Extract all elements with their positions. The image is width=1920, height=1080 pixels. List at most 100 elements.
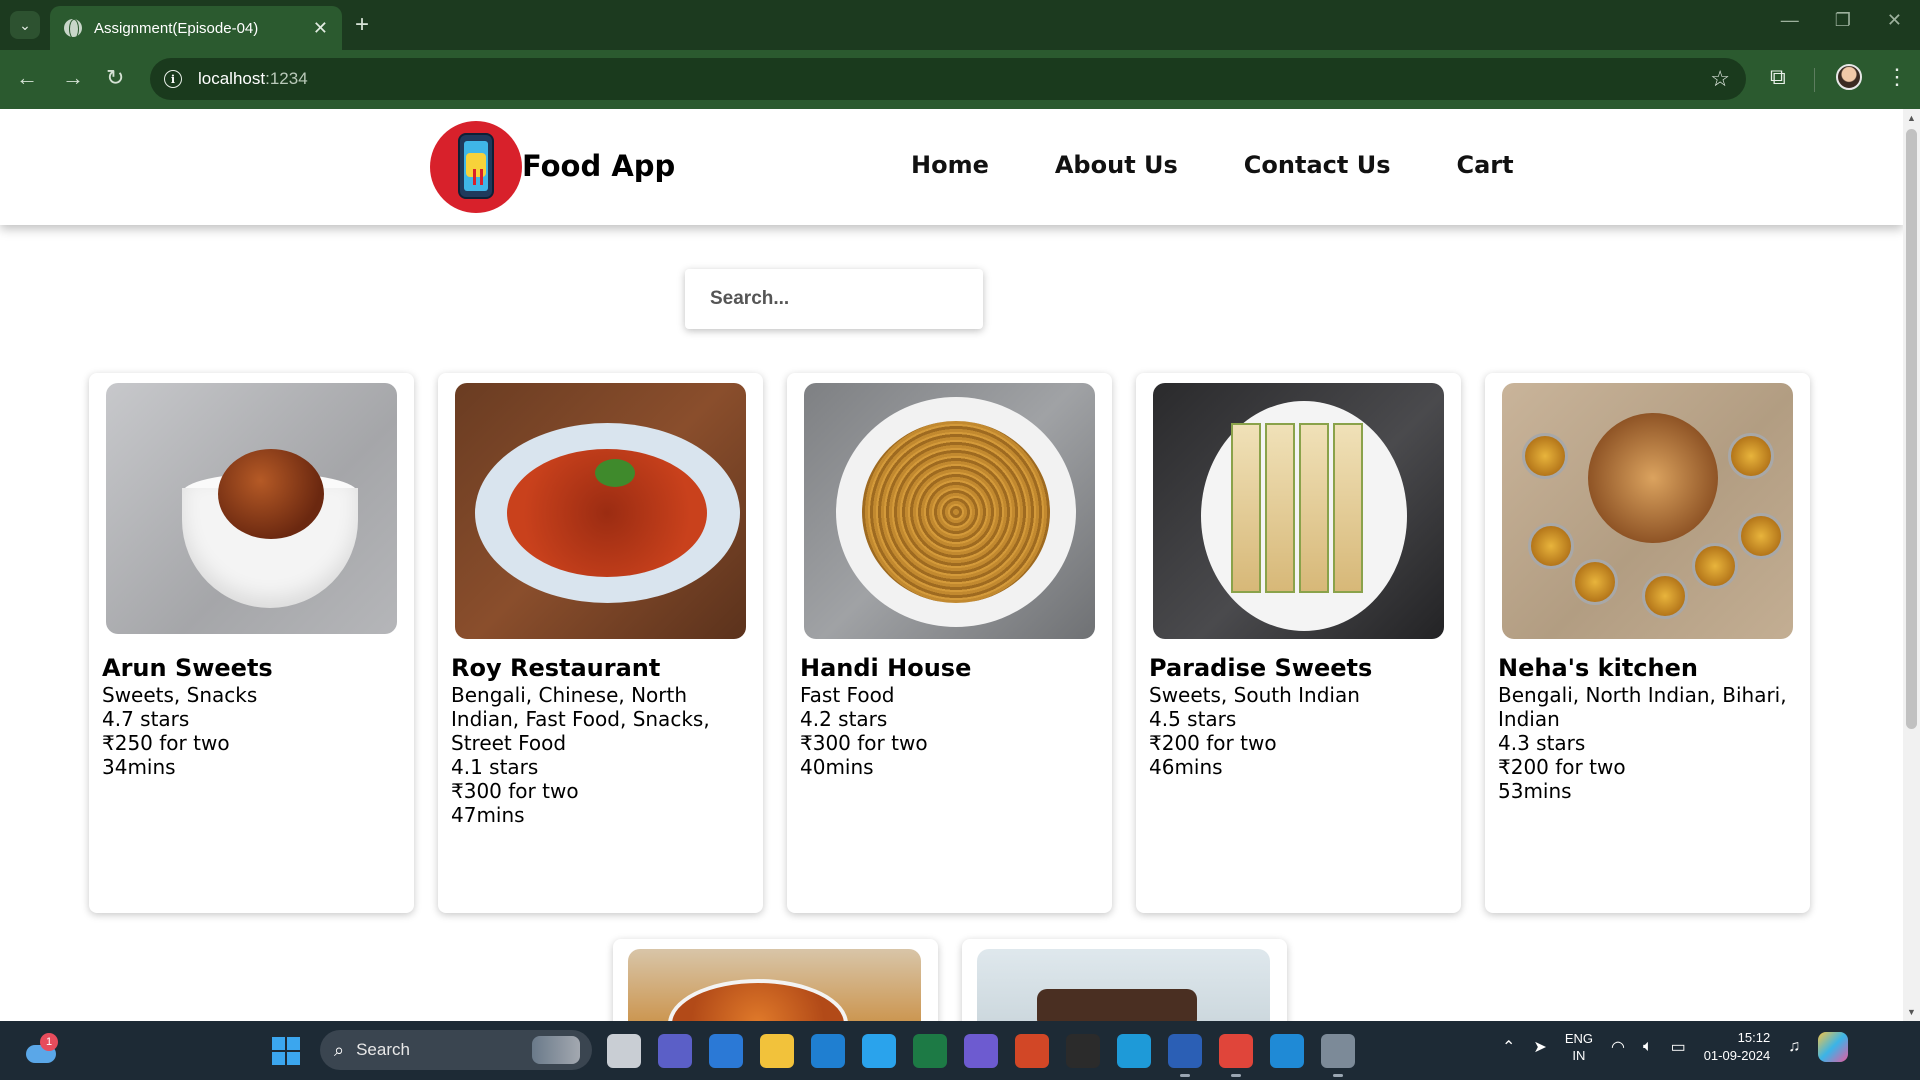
- taskbar-search-label: Search: [356, 1040, 410, 1059]
- volume-icon[interactable]: 🔈︎: [1643, 1038, 1653, 1056]
- restaurant-cost: ₹200 for two: [1149, 731, 1277, 755]
- restaurant-image: [1502, 383, 1793, 639]
- teams-icon[interactable]: [658, 1034, 692, 1068]
- nav-about-us[interactable]: About Us: [1055, 151, 1178, 179]
- terminal-icon[interactable]: [1066, 1034, 1100, 1068]
- restaurant-image: [106, 383, 397, 634]
- address-bar[interactable]: i localhost:1234 ☆: [150, 58, 1746, 100]
- excel-icon[interactable]: [913, 1034, 947, 1068]
- language-indicator[interactable]: ENG IN: [1565, 1030, 1593, 1064]
- clock-time: 15:12: [1737, 1030, 1771, 1045]
- vscode-icon[interactable]: [1270, 1034, 1304, 1068]
- scroll-up-icon[interactable]: ▲: [1907, 113, 1916, 123]
- nav-contact-us[interactable]: Contact Us: [1244, 151, 1391, 179]
- weather-widget[interactable]: 1: [26, 1033, 58, 1063]
- nav-home[interactable]: Home: [911, 151, 989, 179]
- store-icon[interactable]: [709, 1034, 743, 1068]
- extensions-icon[interactable]: ⧉: [1770, 64, 1786, 90]
- restaurant-cost: ₹200 for two: [1498, 755, 1626, 779]
- restaurant-image: [804, 383, 1095, 639]
- myhp-icon[interactable]: [811, 1034, 845, 1068]
- restaurant-image: [628, 949, 921, 1021]
- restaurant-name: Neha's kitchen: [1498, 654, 1698, 682]
- nav-cart[interactable]: Cart: [1456, 151, 1513, 179]
- url-host: localhost: [198, 69, 266, 88]
- new-tab-button[interactable]: +: [355, 11, 369, 39]
- restaurant-rating: 4.5 stars: [1149, 707, 1237, 731]
- restaurant-rating: 4.3 stars: [1498, 731, 1586, 755]
- scrollbar-thumb[interactable]: [1906, 129, 1917, 729]
- phone-logo-icon: [458, 133, 494, 199]
- restaurant-card[interactable]: Paradise Sweets Sweets, South Indian 4.5…: [1136, 373, 1461, 913]
- powerpoint-icon[interactable]: [1015, 1034, 1049, 1068]
- restaurant-rating: 4.1 stars: [451, 755, 539, 779]
- globe-icon: [64, 19, 82, 39]
- wifi-icon[interactable]: ◠: [1611, 1037, 1625, 1057]
- food-app-logo[interactable]: [430, 121, 522, 213]
- windows-start-icon[interactable]: [272, 1037, 300, 1065]
- browser-toolbar: ← → ↻ i localhost:1234 ☆ ⧉ ⋮: [0, 50, 1920, 109]
- notifications-bell-icon[interactable]: ♫: [1788, 1038, 1800, 1056]
- brand-name: Food App: [522, 149, 676, 183]
- restore-icon[interactable]: ❐: [1835, 10, 1851, 31]
- restaurant-image: [1153, 383, 1444, 639]
- restaurant-cost: ₹250 for two: [102, 731, 230, 755]
- restaurant-name: Arun Sweets: [102, 654, 273, 682]
- page-scrollbar[interactable]: ▲ ▼: [1903, 109, 1920, 1021]
- restaurant-delivery-time: 46mins: [1149, 755, 1223, 779]
- main-nav: Home About Us Contact Us Cart: [911, 151, 1514, 179]
- tab-search-button[interactable]: ⌄: [10, 11, 40, 39]
- url-port: :1234: [265, 69, 308, 88]
- close-tab-icon[interactable]: ✕: [313, 18, 328, 39]
- edge-icon[interactable]: [1117, 1034, 1151, 1068]
- restaurant-delivery-time: 53mins: [1498, 779, 1572, 803]
- language-code: ENG: [1564, 1031, 1593, 1046]
- restaurant-card[interactable]: Arun Sweets Sweets, Snacks 4.7 stars ₹25…: [89, 373, 414, 913]
- restaurant-rating: 4.7 stars: [102, 707, 190, 731]
- location-icon[interactable]: ➤: [1533, 1037, 1546, 1057]
- chrome-icon[interactable]: [1219, 1034, 1253, 1077]
- restaurant-cuisines: Sweets, Snacks: [102, 683, 258, 707]
- restaurant-cuisines: Bengali, North Indian, Bihari, Indian: [1498, 683, 1787, 731]
- restaurant-cuisines: Fast Food: [800, 683, 895, 707]
- scroll-down-icon[interactable]: ▼: [1907, 1007, 1916, 1017]
- back-icon[interactable]: ←: [16, 64, 38, 92]
- search-input[interactable]: [685, 269, 983, 329]
- kebab-menu-icon[interactable]: ⋮: [1886, 64, 1908, 90]
- site-info-icon[interactable]: i: [164, 70, 182, 88]
- minimize-icon[interactable]: —: [1781, 10, 1799, 31]
- bookmark-star-icon[interactable]: ☆: [1710, 66, 1730, 92]
- file-explorer-icon[interactable]: [760, 1034, 794, 1068]
- chevron-up-icon[interactable]: ⌃: [1502, 1037, 1515, 1057]
- word-icon[interactable]: [1168, 1034, 1202, 1077]
- restaurant-card[interactable]: [962, 939, 1287, 1021]
- copilot-icon[interactable]: [1818, 1032, 1849, 1062]
- forward-icon[interactable]: →: [62, 64, 84, 92]
- task-view-icon[interactable]: [607, 1034, 641, 1068]
- restaurant-card[interactable]: Roy Restaurant Bengali, Chinese, North I…: [438, 373, 763, 913]
- browser-tab-active[interactable]: Assignment(Episode-04) ✕: [50, 6, 342, 50]
- restaurant-name: Paradise Sweets: [1149, 654, 1373, 682]
- toolbar-divider: [1814, 68, 1815, 92]
- battery-icon[interactable]: ▭: [1671, 1037, 1686, 1057]
- search-icon: ⌕: [334, 1039, 345, 1060]
- restaurant-image: [455, 383, 746, 639]
- profile-avatar[interactable]: [1836, 64, 1862, 90]
- restaurant-cuisines: Sweets, South Indian: [1149, 683, 1360, 707]
- copilot-app-icon[interactable]: [964, 1034, 998, 1068]
- notification-badge: 1: [40, 1033, 58, 1051]
- close-window-icon[interactable]: ✕: [1887, 10, 1902, 31]
- restaurant-delivery-time: 34mins: [102, 755, 176, 779]
- chevron-down-icon: ⌄: [19, 16, 31, 33]
- pinned-apps: [607, 1034, 1355, 1077]
- clock[interactable]: 15:12 01-09-2024: [1704, 1029, 1771, 1065]
- restaurant-card[interactable]: Handi House Fast Food 4.2 stars ₹300 for…: [787, 373, 1112, 913]
- restaurant-card[interactable]: [613, 939, 938, 1021]
- taskbar-search[interactable]: ⌕ Search: [320, 1030, 592, 1070]
- restaurant-card[interactable]: Neha's kitchen Bengali, North Indian, Bi…: [1485, 373, 1810, 913]
- reload-icon[interactable]: ↻: [106, 64, 124, 92]
- page-viewport: Food App Home About Us Contact Us Cart A…: [0, 109, 1903, 1021]
- restaurant-cost: ₹300 for two: [800, 731, 928, 755]
- get-help-icon[interactable]: [862, 1034, 896, 1068]
- settings-icon[interactable]: [1321, 1034, 1355, 1077]
